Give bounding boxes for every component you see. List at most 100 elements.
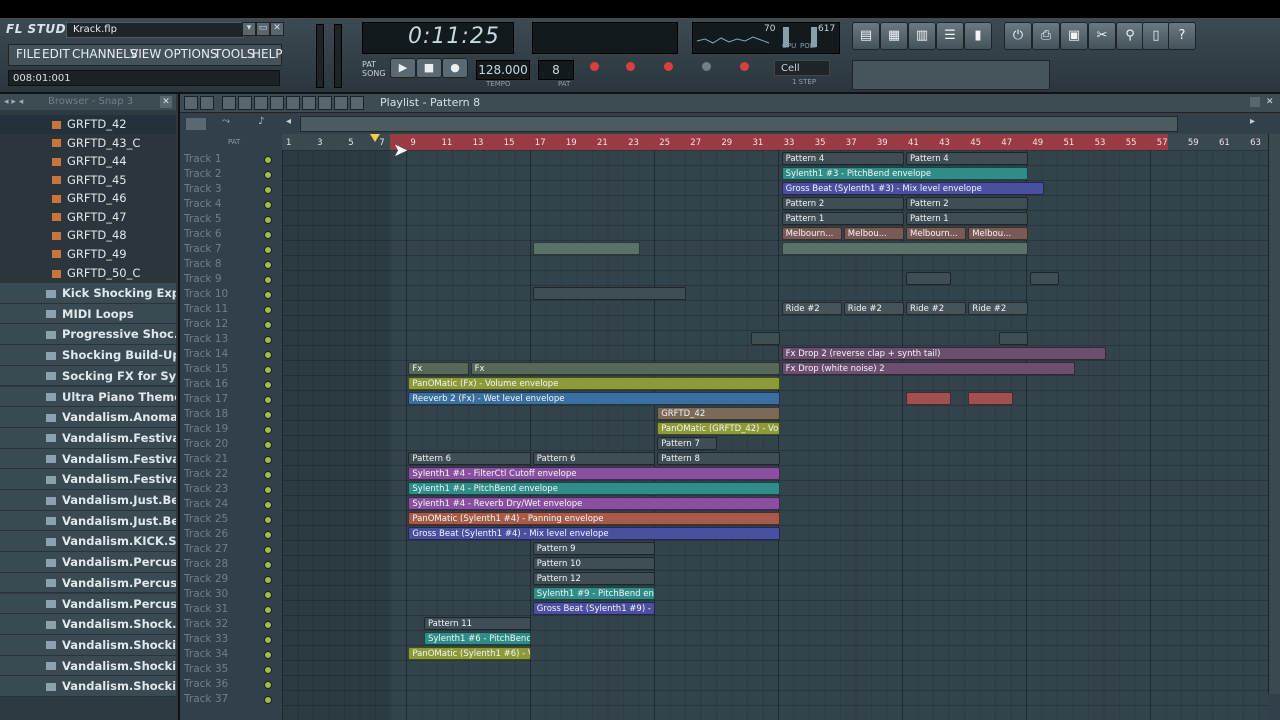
playlist-clip[interactable]: Pattern 2	[781, 197, 904, 210]
scroll-tool-icon[interactable]	[350, 96, 364, 110]
track-mute-led[interactable]	[264, 441, 272, 449]
browser-folder-item[interactable]: MIDI Loops	[0, 303, 176, 325]
browser-folder-item[interactable]: Shocking Build-Up...	[0, 345, 176, 366]
menu-help[interactable]: HELP	[252, 47, 283, 61]
browser-file-item[interactable]: GRFTD_42	[0, 115, 176, 134]
playlist-window-icon[interactable]: ▤	[852, 22, 880, 50]
track-label[interactable]: Track 37	[182, 692, 272, 707]
draw-tool-icon[interactable]	[222, 96, 236, 110]
browser-folder-item[interactable]: Vandalism.Just.Be...	[0, 510, 176, 532]
slice-tool-icon[interactable]	[286, 96, 300, 110]
piano-roll-icon[interactable]: ▥	[908, 22, 936, 50]
track-label[interactable]: Track 31	[182, 602, 272, 617]
save-icon[interactable]: ▣	[1060, 22, 1088, 50]
track-label[interactable]: Track 13	[182, 332, 272, 347]
playhead-marker[interactable]	[370, 134, 380, 142]
track-mute-led[interactable]	[264, 636, 272, 644]
loop-record-led[interactable]	[702, 62, 711, 71]
playlist-clip[interactable]: Sylenth1 #4 - FilterCtl Cutoff envelope	[408, 467, 780, 480]
browser-folder-item[interactable]: Vandalism.Shocki...	[0, 676, 176, 697]
browser-folder-item[interactable]: Vandalism.Percus...	[0, 552, 176, 573]
playlist-clip[interactable]: Melbou...	[968, 227, 1029, 240]
plugin-picker-panel[interactable]	[852, 60, 1050, 90]
track-label[interactable]: Track 25	[182, 512, 272, 527]
playlist-clip[interactable]: Fx	[470, 362, 780, 375]
scroll-left-icon[interactable]: ◂	[286, 116, 291, 127]
track-mute-led[interactable]	[264, 201, 272, 209]
browser-close-icon[interactable]: ✕	[160, 96, 172, 108]
browser-folder-item[interactable]: Vandalism.Percus...	[0, 572, 176, 594]
track-mute-led[interactable]	[264, 396, 272, 404]
step-edit-led[interactable]	[740, 62, 749, 71]
playlist-clip[interactable]	[906, 272, 951, 285]
track-label[interactable]: Track 14	[182, 347, 272, 362]
minimize-button[interactable]: ▾	[242, 22, 256, 36]
track-label[interactable]: Track 16	[182, 377, 272, 392]
pat-song-switch[interactable]: PAT SONG	[362, 60, 386, 78]
playlist-clip[interactable]: Sylenth1 #4 - PitchBend envelope	[408, 482, 780, 495]
scroll-right-icon[interactable]: ▸	[1250, 116, 1255, 127]
playlist-clip[interactable]: Pattern 4	[781, 152, 904, 165]
browser-folder-item[interactable]: Vandalism.KICK.S...	[0, 531, 176, 553]
record-button[interactable]: ●	[442, 58, 468, 78]
menu-options[interactable]: OPTIONS	[164, 47, 218, 61]
playlist-clip[interactable]: Reeverb 2 (Fx) - Wet level envelope	[408, 392, 780, 405]
playlist-clip[interactable]: Ride #2	[843, 302, 904, 315]
browser-file-item[interactable]: GRFTD_43_C	[0, 133, 176, 152]
select-tool-icon[interactable]	[302, 96, 316, 110]
track-label[interactable]: Track 22	[182, 467, 272, 482]
cut-icon[interactable]: ✂	[1088, 22, 1116, 50]
track-mute-led[interactable]	[264, 171, 272, 179]
playlist-clip[interactable]: Melbourn...	[906, 227, 967, 240]
wait-led[interactable]	[626, 62, 635, 71]
track-label[interactable]: Track 3	[182, 182, 272, 197]
browser-folder-item[interactable]: Vandalism.Shock...	[0, 614, 176, 635]
metronome-led[interactable]	[590, 62, 599, 71]
playlist-clip[interactable]: Fx	[408, 362, 469, 375]
play-button[interactable]: ▶	[390, 58, 416, 78]
track-mute-led[interactable]	[264, 276, 272, 284]
browser-folder-item[interactable]: Vandalism.Shocki...	[0, 634, 176, 656]
track-mute-led[interactable]	[264, 381, 272, 389]
track-label[interactable]: Track 1	[182, 152, 272, 167]
zoom-tool-icon[interactable]	[318, 96, 332, 110]
track-mute-led[interactable]	[264, 411, 272, 419]
track-label[interactable]: Track 17	[182, 392, 272, 407]
snap-selector[interactable]: Cell	[774, 60, 830, 76]
timeline-ruler[interactable]: 1 3 5 7 9 11 13 15 17 19 21 23 25 27 29 31 33 35 37 39 41 43 4…	[282, 134, 1268, 150]
master-volume-slider[interactable]	[316, 24, 324, 88]
render-icon[interactable]: ⎙	[1032, 22, 1060, 50]
playlist-clip[interactable]: Fx Drop 2 (reverse clap + synth tail)	[781, 347, 1107, 360]
track-mute-led[interactable]	[264, 351, 272, 359]
track-label[interactable]: Track 6	[182, 227, 272, 242]
mute-tool-icon[interactable]	[270, 96, 284, 110]
browser-nav-icons[interactable]: ◂ ▸ ◂	[4, 97, 44, 107]
pattern-selector[interactable]: 8	[538, 60, 574, 80]
track-mute-led[interactable]	[264, 321, 272, 329]
note-icon[interactable]: ♪	[258, 116, 264, 127]
track-label[interactable]: Track 30	[182, 587, 272, 602]
playlist-clip[interactable]	[999, 332, 1029, 345]
menu-channels[interactable]: CHANNELS	[72, 47, 137, 61]
playback-tool-icon[interactable]	[334, 96, 348, 110]
track-label[interactable]: Track 20	[182, 437, 272, 452]
playlist-clip[interactable]: PanOMatic (Fx) - Volume envelope	[408, 377, 780, 390]
browser-folder-item[interactable]: Vandalism.Percus...	[0, 593, 176, 615]
browser-file-item[interactable]: GRFTD_45	[0, 170, 176, 189]
browser-folder-item[interactable]: Vandalism.Festival...	[0, 469, 176, 490]
browser-folder-item[interactable]: Vandalism.Just.Be...	[0, 490, 176, 511]
track-label[interactable]: Track 27	[182, 542, 272, 557]
countdown-led[interactable]	[664, 62, 673, 71]
playlist-clip[interactable]: Sylenth1 #3 - PitchBend envelope	[781, 167, 1029, 180]
track-label[interactable]: Track 34	[182, 647, 272, 662]
track-label[interactable]: Track 23	[182, 482, 272, 497]
browser-folder-item[interactable]: Vandalism.Anomal...	[0, 407, 176, 428]
playlist-maximize-icon[interactable]	[1250, 97, 1260, 107]
track-label[interactable]: Track 29	[182, 572, 272, 587]
track-mute-led[interactable]	[264, 261, 272, 269]
playlist-clip[interactable]: Pattern 6	[532, 452, 656, 465]
playlist-clip[interactable]: Ride #2	[781, 302, 842, 315]
track-mute-led[interactable]	[264, 531, 272, 539]
document-icon[interactable]: ▯	[1142, 22, 1170, 50]
browser-folder-item[interactable]: Vandalism.Shocki...	[0, 655, 176, 677]
